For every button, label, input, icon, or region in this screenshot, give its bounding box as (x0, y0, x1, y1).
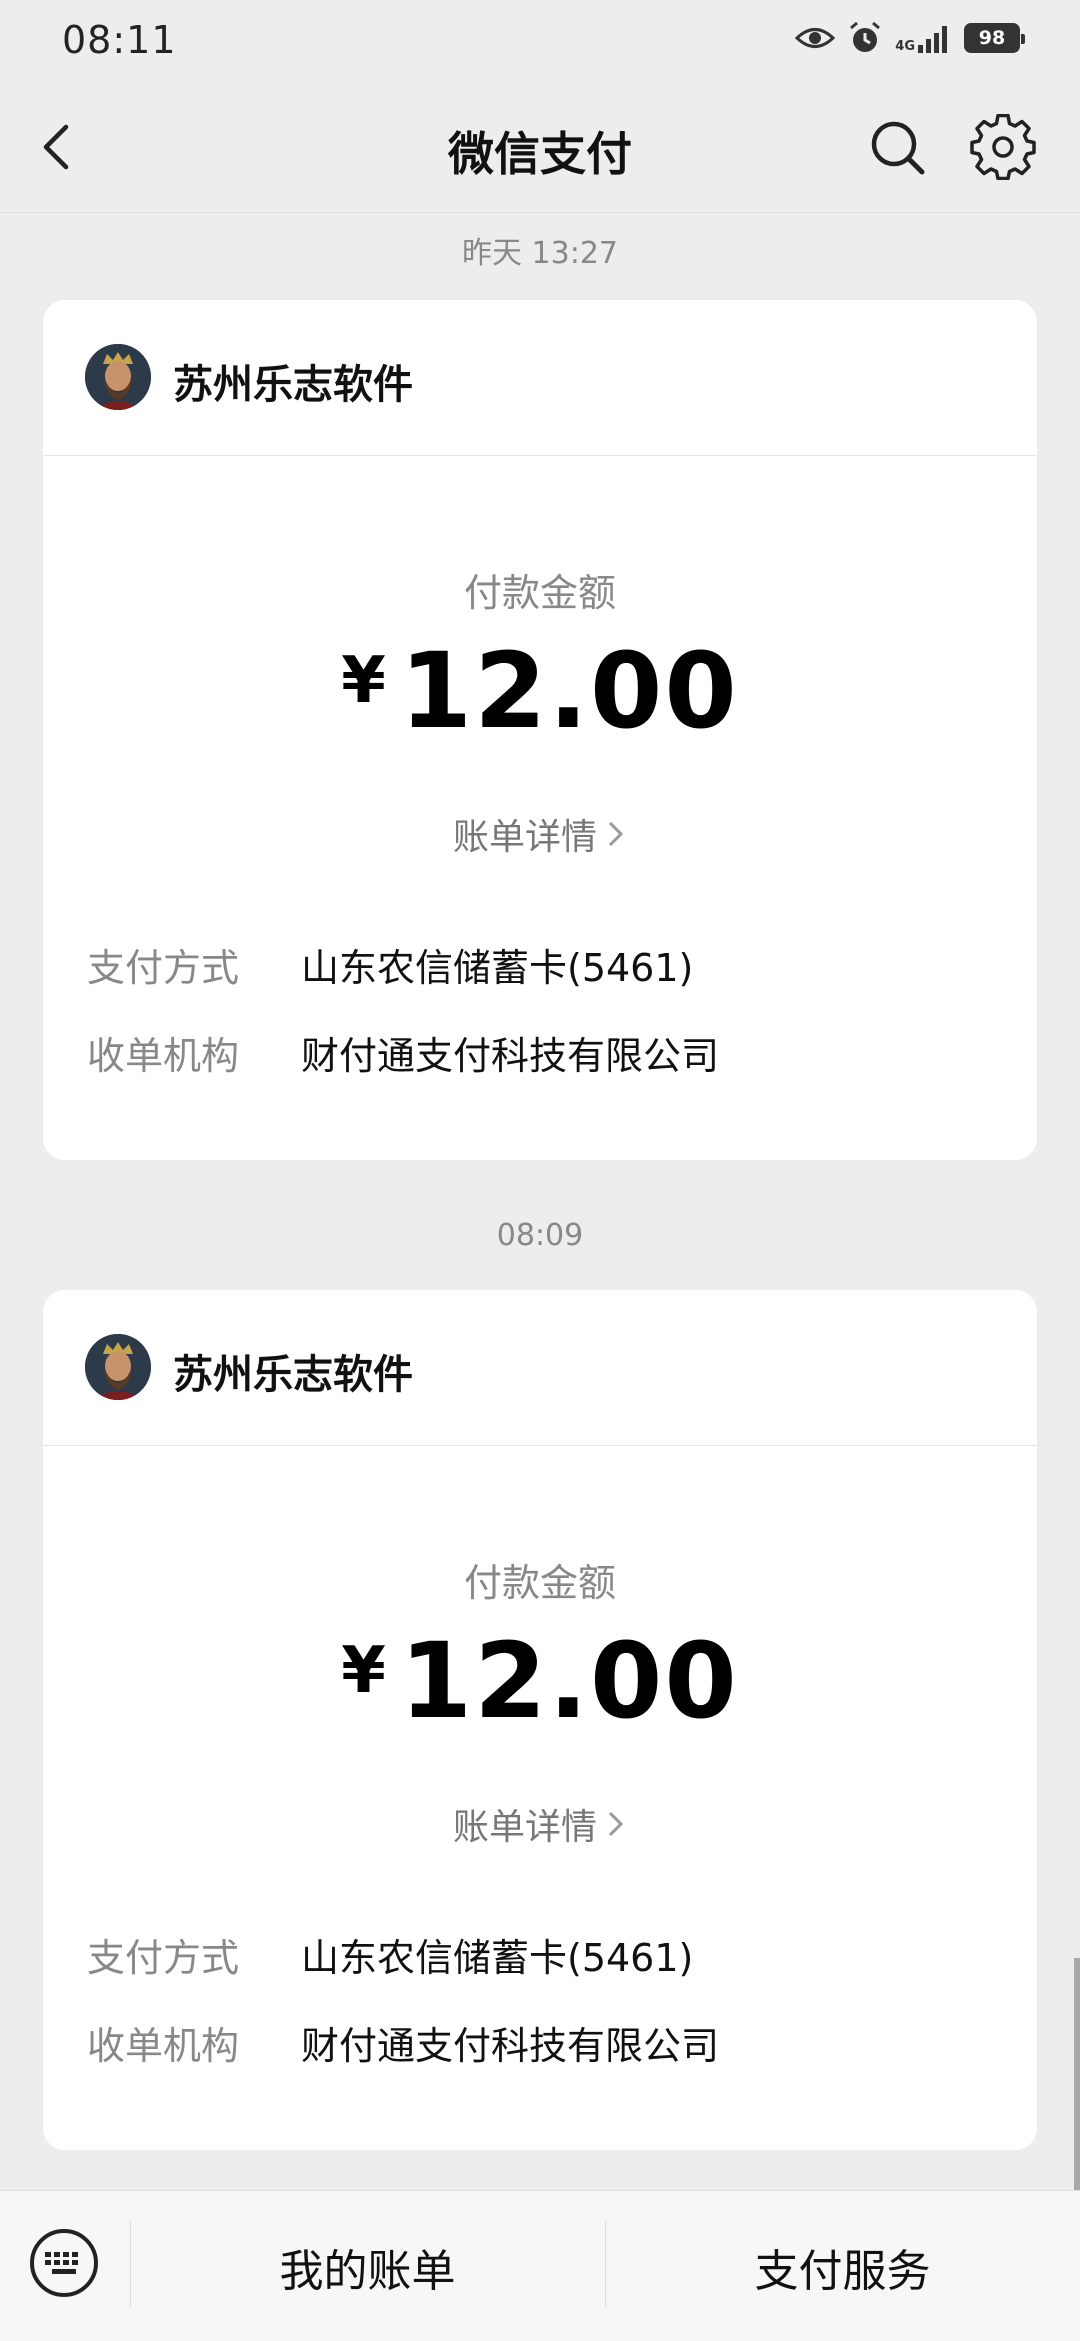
signal-icon (918, 26, 947, 53)
payment-amount: ¥12.00 (43, 630, 1037, 752)
payment-amount: ¥12.00 (43, 1620, 1037, 1742)
message-timestamp: 08:09 (496, 1218, 584, 1253)
chevron-right-icon (608, 821, 624, 847)
merchant-avatar-image (85, 1334, 151, 1400)
currency-symbol: ¥ (341, 1634, 386, 1708)
status-icons: 4G 98 (795, 20, 1025, 56)
card-header: 苏州乐志软件 (43, 1290, 1037, 1446)
payment-method-value: 山东农信储蓄卡(5461) (301, 1936, 694, 1980)
payment-method-row: 支付方式 山东农信储蓄卡(5461) (87, 937, 693, 992)
alarm-icon (850, 21, 881, 52)
payment-method-value: 山东农信储蓄卡(5461) (301, 946, 694, 990)
chevron-right-icon (608, 1811, 624, 1837)
bottom-bar: 我的账单 支付服务 (0, 2190, 1080, 2341)
pay-service-button[interactable]: 支付服务 (605, 2235, 1080, 2299)
amount-label: 付款金额 (463, 571, 616, 615)
battery-level: 98 (978, 27, 1006, 49)
acquirer-label: 收单机构 (87, 2024, 240, 2068)
payment-card[interactable]: 苏州乐志软件 付款金额 ¥12.00 账单详情 支付方式 山东农信储蓄卡(546… (43, 300, 1037, 1160)
bill-details-label: 账单详情 (452, 1807, 597, 1848)
acquirer-value: 财付通支付科技有限公司 (301, 2024, 720, 2068)
amount-value: 12.00 (399, 1620, 739, 1742)
merchant-name: 苏州乐志软件 (173, 1352, 413, 1398)
status-bar: 08:11 4G 98 (0, 0, 1080, 82)
payment-method-label: 支付方式 (87, 946, 240, 990)
merchant-avatar-image (85, 344, 151, 410)
nav-bar: 微信支付 (0, 82, 1080, 213)
payment-method-label: 支付方式 (87, 1936, 240, 1980)
currency-symbol: ¥ (341, 644, 386, 718)
acquirer-value: 财付通支付科技有限公司 (301, 1034, 720, 1078)
merchant-avatar (85, 344, 151, 410)
card-header: 苏州乐志软件 (43, 300, 1037, 456)
search-icon[interactable] (866, 116, 930, 180)
my-bills-button[interactable]: 我的账单 (130, 2235, 605, 2299)
bill-details-link[interactable]: 账单详情 (43, 1798, 1037, 1850)
payment-method-row: 支付方式 山东农信储蓄卡(5461) (87, 1927, 693, 1982)
scrollbar[interactable] (1074, 1958, 1080, 2190)
status-time: 08:11 (62, 18, 177, 62)
payment-card[interactable]: 苏州乐志软件 付款金额 ¥12.00 账单详情 支付方式 山东农信储蓄卡(546… (43, 1290, 1037, 2150)
acquirer-label: 收单机构 (87, 1034, 240, 1078)
amount-value: 12.00 (399, 630, 739, 752)
amount-label: 付款金额 (463, 1561, 616, 1605)
eye-icon (795, 28, 836, 48)
message-timestamp: 昨天 13:27 (462, 236, 618, 271)
merchant-name: 苏州乐志软件 (173, 362, 413, 408)
acquirer-row: 收单机构 财付通支付科技有限公司 (87, 2015, 719, 2070)
bill-details-label: 账单详情 (452, 817, 597, 858)
battery-indicator: 98 (964, 23, 1025, 53)
acquirer-row: 收单机构 财付通支付科技有限公司 (87, 1025, 719, 1080)
keyboard-icon[interactable] (28, 2227, 100, 2299)
network-type-label: 4G (895, 39, 915, 54)
gear-icon[interactable] (970, 114, 1036, 180)
merchant-avatar (85, 1334, 151, 1400)
bill-details-link[interactable]: 账单详情 (43, 808, 1037, 860)
